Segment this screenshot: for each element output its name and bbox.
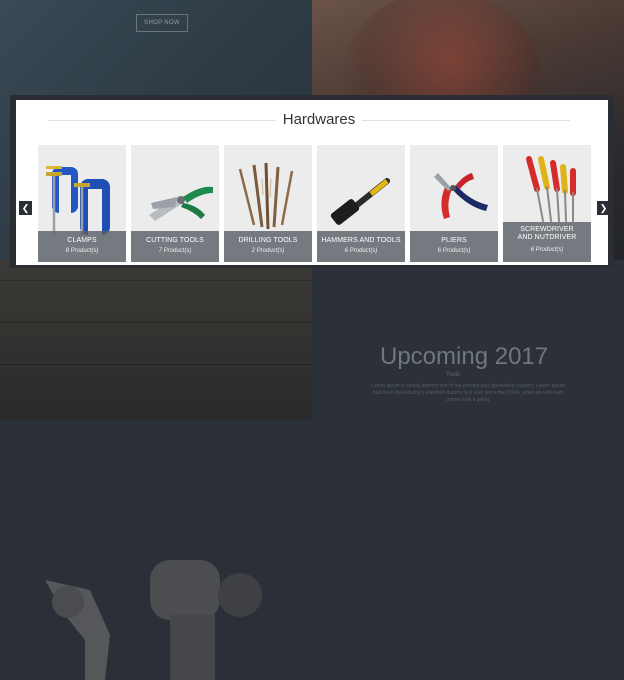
category-caption: CLAMPS 8 Product(s)	[38, 231, 126, 262]
category-card-hammers-and-tools[interactable]: HAMMERS AND TOOLS 6 Product(s)	[317, 145, 405, 262]
upcoming-title: Upcoming 2017	[380, 343, 549, 370]
category-card-clamps[interactable]: CLAMPS 8 Product(s)	[38, 145, 126, 262]
category-caption: HAMMERS AND TOOLS 6 Product(s)	[317, 231, 405, 262]
title-divider-left	[48, 120, 276, 121]
shop-now-button[interactable]: SHOP NOW	[136, 14, 188, 32]
product-count: 6 Product(s)	[437, 248, 471, 254]
category-caption: DRILLING TOOLS 2 Product(s)	[224, 231, 312, 262]
hammer-icon	[330, 178, 390, 225]
section-title: Hardwares	[282, 111, 356, 128]
category-caption: PLIERS 6 Product(s)	[410, 231, 498, 262]
carousel-next-button[interactable]: ❯	[597, 201, 610, 215]
product-count: 6 Product(s)	[344, 248, 378, 254]
category-card-screwdriver-and-nutdriver[interactable]: SCREWDRIVER AND NUTDRIVER 6 Product(s)	[503, 145, 591, 262]
hardwares-modal: Hardwares ❮ ❯ CLAMPS 8 Product(s) CUTTIN…	[10, 95, 614, 268]
category-name: CUTTING TOOLS	[146, 237, 204, 244]
category-name: PLIERS	[441, 237, 467, 244]
product-count: 8 Product(s)	[65, 248, 99, 254]
clamp-icon	[46, 166, 110, 235]
category-name: SCREWDRIVER AND NUTDRIVER	[517, 226, 577, 241]
category-card-drilling-tools[interactable]: DRILLING TOOLS 2 Product(s)	[224, 145, 312, 262]
chevron-right-icon: ❯	[599, 202, 608, 213]
carousel-prev-button[interactable]: ❮	[19, 201, 32, 215]
pliers-icon	[434, 173, 488, 219]
modal-content: Hardwares ❮ ❯ CLAMPS 8 Product(s) CUTTIN…	[16, 100, 610, 265]
category-caption: SCREWDRIVER AND NUTDRIVER 6 Product(s)	[503, 222, 591, 262]
category-card-pliers[interactable]: PLIERS 6 Product(s)	[410, 145, 498, 262]
tools-photo	[0, 260, 312, 680]
category-name: HAMMERS AND TOOLS	[321, 237, 401, 244]
category-caption: CUTTING TOOLS 7 Product(s)	[131, 231, 219, 262]
category-name: CLAMPS	[67, 237, 97, 244]
category-card-cutting-tools[interactable]: CUTTING TOOLS 7 Product(s)	[131, 145, 219, 262]
wrench-pipe-icon	[45, 560, 262, 680]
drill-bits-icon	[238, 162, 294, 230]
title-divider-right	[362, 120, 570, 121]
category-name: DRILLING TOOLS	[238, 237, 298, 244]
upcoming-subtitle: Tools	[446, 372, 461, 378]
upcoming-description: Lorem ipsum is simply dummy text of the …	[370, 383, 566, 403]
product-count: 2 Product(s)	[251, 248, 285, 254]
product-count: 7 Product(s)	[158, 248, 192, 254]
product-count: 6 Product(s)	[530, 247, 564, 253]
pruning-shears-icon	[149, 186, 213, 221]
chevron-left-icon: ❮	[21, 202, 30, 213]
